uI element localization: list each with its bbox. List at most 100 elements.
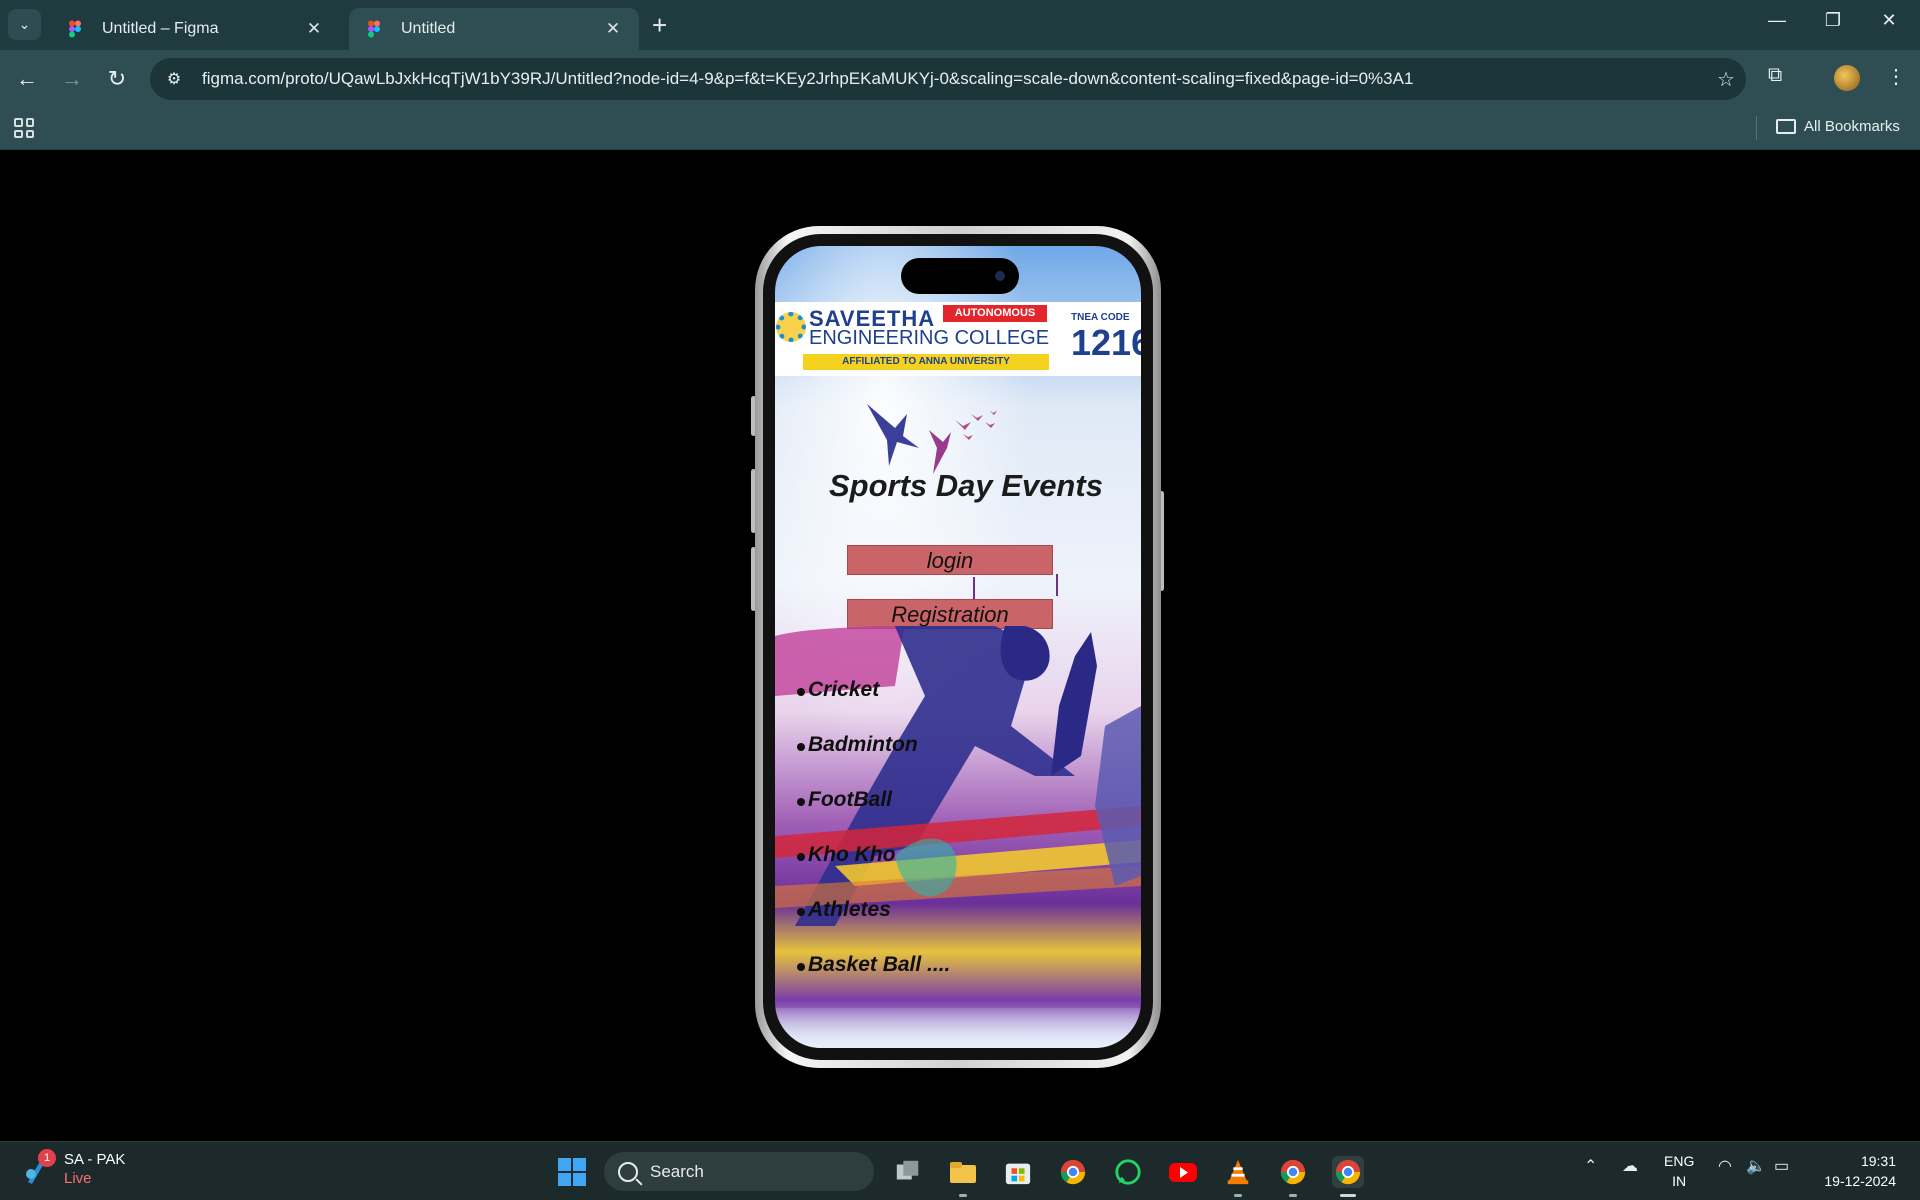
registration-button[interactable]: Registration xyxy=(847,599,1053,629)
running-indicator xyxy=(959,1194,967,1197)
site-settings-icon[interactable]: ⚙ xyxy=(154,69,194,89)
chrome-icon[interactable] xyxy=(1057,1156,1089,1188)
list-item: Cricket xyxy=(797,678,950,733)
address-bar[interactable]: ⚙ figma.com/proto/UQawLbJxkHcqTjW1bY39RJ… xyxy=(150,58,1746,100)
taskbar-search[interactable]: Search xyxy=(604,1152,874,1191)
menu-kebab-icon[interactable]: ⋮ xyxy=(1886,64,1906,89)
running-indicator xyxy=(1289,1194,1297,1197)
system-clock[interactable]: 19:31 19-12-2024 xyxy=(1816,1151,1896,1191)
whatsapp-icon[interactable] xyxy=(1112,1156,1144,1188)
back-button[interactable]: ← xyxy=(12,64,42,94)
search-icon xyxy=(618,1161,638,1182)
running-indicator xyxy=(1234,1194,1242,1197)
event-label: Athletes xyxy=(808,898,891,921)
list-item: FootBall xyxy=(797,788,950,843)
clock-time: 19:31 xyxy=(1860,1153,1896,1169)
cloud-icon[interactable]: ☁ xyxy=(1622,1156,1638,1176)
tab-search-button[interactable]: ⌄ xyxy=(8,9,41,40)
language-indicator[interactable]: ENG IN xyxy=(1664,1151,1694,1191)
file-explorer-icon[interactable] xyxy=(947,1156,979,1188)
notification-badge: 1 xyxy=(38,1149,56,1167)
flow-connector xyxy=(973,577,975,599)
bullet-icon xyxy=(797,743,805,752)
phone-screen: SAVEETHA AUTONOMOUS ENGINEERING COLLEGE … xyxy=(775,246,1141,1048)
running-indicator xyxy=(1340,1194,1356,1197)
vlc-icon[interactable] xyxy=(1222,1156,1254,1188)
event-label: FootBall xyxy=(808,788,892,811)
login-button[interactable]: login xyxy=(847,545,1053,575)
list-item: Kho Kho xyxy=(797,843,950,898)
list-item: Athletes xyxy=(797,898,950,953)
minimize-button[interactable]: — xyxy=(1754,10,1800,31)
url-text[interactable]: figma.com/proto/UQawLbJxkHcqTjW1bY39RJ/U… xyxy=(194,69,1706,89)
reload-icon: ↻ xyxy=(107,66,127,91)
autonomous-badge: AUTONOMOUS xyxy=(943,305,1047,322)
youtube-icon[interactable] xyxy=(1167,1156,1199,1188)
forward-button[interactable]: → xyxy=(57,64,87,94)
event-label: Cricket xyxy=(808,678,880,701)
task-view-icon[interactable] xyxy=(892,1156,924,1188)
list-item: Basket Ball .... xyxy=(797,953,950,1008)
search-label: Search xyxy=(650,1161,704,1181)
cricket-icon: 1 xyxy=(22,1149,56,1186)
restore-button[interactable]: ❐ xyxy=(1810,10,1856,31)
chrome-active-icon[interactable] xyxy=(1332,1156,1364,1188)
browser-toolbar: ← → ↻ ⚙ figma.com/proto/UQawLbJxkHcqTjW1… xyxy=(0,50,1920,108)
close-icon[interactable]: ✕ xyxy=(603,19,623,39)
bullet-icon xyxy=(797,798,805,807)
phone-frame: SAVEETHA AUTONOMOUS ENGINEERING COLLEGE … xyxy=(755,226,1161,1068)
widget-status: Live xyxy=(64,1170,92,1187)
wifi-icon[interactable]: ◠ xyxy=(1718,1156,1732,1176)
widget-title: SA - PAK xyxy=(64,1151,126,1168)
tab-title: Untitled – Figma xyxy=(102,20,219,37)
tab-prototype[interactable]: Untitled ✕ xyxy=(349,8,639,50)
bottom-glow xyxy=(775,1008,1141,1048)
avatar[interactable] xyxy=(1834,65,1860,91)
extensions-icon[interactable]: ⧉ xyxy=(1768,64,1782,87)
chevron-down-icon: ⌄ xyxy=(18,16,31,32)
bullet-icon xyxy=(797,963,805,972)
chevron-up-icon[interactable]: ⌃ xyxy=(1584,1156,1597,1176)
events-list: Cricket Badminton FootBall Kho Kho Athle… xyxy=(797,678,950,1008)
event-label: Kho Kho xyxy=(808,843,896,866)
window-close-button[interactable]: ✕ xyxy=(1866,10,1912,31)
weather-widget[interactable]: 1 SA - PAK Live xyxy=(22,1149,126,1188)
birds-illustration xyxy=(867,404,997,474)
language-line2: IN xyxy=(1672,1173,1687,1189)
figma-icon xyxy=(368,20,380,38)
new-tab-button[interactable]: + xyxy=(652,10,667,40)
event-label: Basket Ball .... xyxy=(808,953,951,976)
dynamic-island xyxy=(901,258,1019,294)
chrome-profile-icon[interactable] xyxy=(1277,1156,1309,1188)
list-item: Badminton xyxy=(797,733,950,788)
page-title: Sports Day Events xyxy=(829,468,1103,503)
all-bookmarks-label: All Bookmarks xyxy=(1804,118,1900,135)
tab-title: Untitled xyxy=(401,20,456,37)
battery-icon[interactable]: ▭ xyxy=(1774,1156,1789,1176)
college-name-line2: ENGINEERING COLLEGE xyxy=(809,327,1050,349)
event-label: Badminton xyxy=(808,733,918,756)
apps-grid-icon[interactable] xyxy=(14,118,34,138)
arrow-right-icon: → xyxy=(61,66,83,91)
windows-taskbar: 1 SA - PAK Live Search ⌃ ☁ ENG IN ◠ 🔈 ▭ … xyxy=(0,1141,1920,1200)
figma-icon xyxy=(69,20,81,38)
volume-icon[interactable]: 🔈 xyxy=(1746,1156,1766,1176)
college-banner: SAVEETHA AUTONOMOUS ENGINEERING COLLEGE … xyxy=(775,302,1141,376)
divider xyxy=(1756,116,1757,140)
reload-button[interactable]: ↻ xyxy=(102,64,132,94)
arrow-left-icon: ← xyxy=(16,66,38,91)
tab-strip: ⌄ Untitled – Figma ✕ Untitled ✕ + — ❐ ✕ xyxy=(0,0,1920,50)
all-bookmarks-button[interactable]: All Bookmarks xyxy=(1776,118,1900,135)
affiliation-strip: AFFILIATED TO ANNA UNIVERSITY xyxy=(803,354,1049,370)
microsoft-store-icon[interactable] xyxy=(1002,1156,1034,1188)
tab-figma-editor[interactable]: Untitled – Figma ✕ xyxy=(50,8,340,50)
bookmark-star-icon[interactable]: ☆ xyxy=(1706,67,1746,92)
tnea-code: 1216 xyxy=(1071,322,1141,363)
windows-start-icon[interactable] xyxy=(556,1156,588,1188)
bullet-icon xyxy=(797,688,805,697)
close-icon[interactable]: ✕ xyxy=(304,19,324,39)
clock-date: 19-12-2024 xyxy=(1824,1173,1896,1189)
flow-connector xyxy=(1056,574,1058,596)
prototype-viewport: SAVEETHA AUTONOMOUS ENGINEERING COLLEGE … xyxy=(0,151,1920,1141)
bookmarks-bar: All Bookmarks xyxy=(0,108,1920,150)
